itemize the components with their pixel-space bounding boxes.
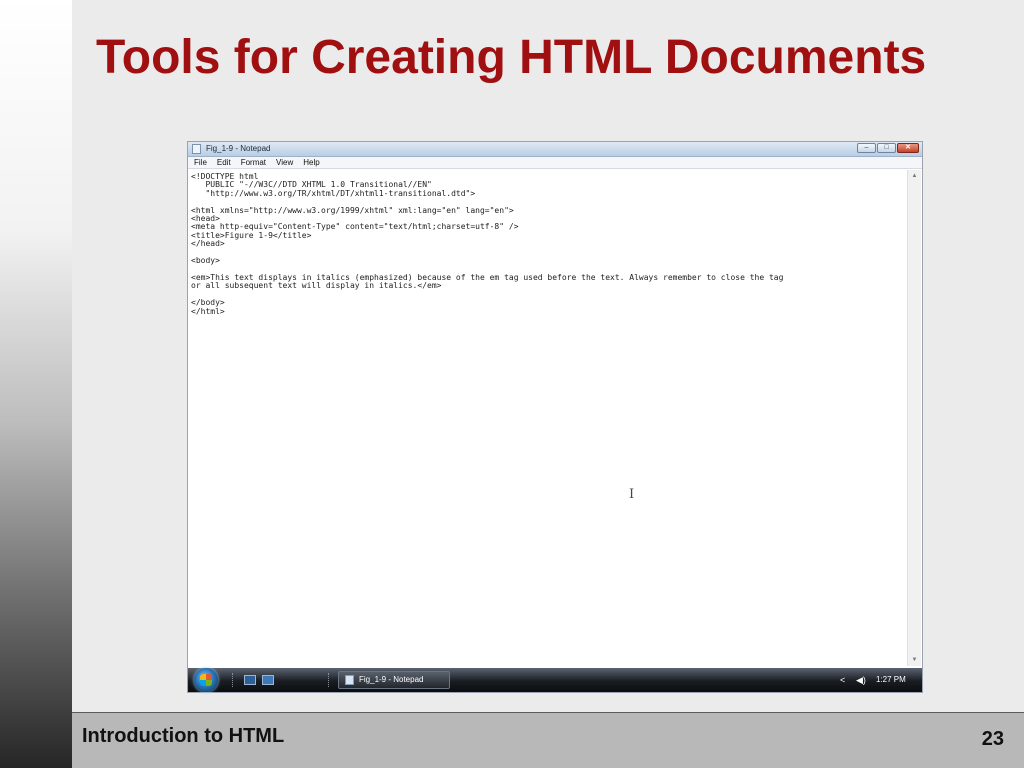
text-cursor-icon: I [629,487,635,502]
maximize-button[interactable]: □ [877,143,896,153]
switch-windows-icon[interactable] [262,675,274,685]
notepad-screenshot: Fig_1-9 - Notepad – □ ✕ File Edit Format… [188,142,922,692]
menu-edit[interactable]: Edit [217,157,231,168]
tray-arrow-icon[interactable]: < [840,673,845,687]
notepad-text-area[interactable]: <!DOCTYPE html PUBLIC "-//W3C//DTD XHTML… [189,170,907,666]
notepad-window-title: Fig_1-9 - Notepad [206,144,271,153]
scroll-up-icon[interactable]: ▲ [908,170,921,182]
windows-taskbar: Fig_1-9 - Notepad < ◀) 1:27 PM [188,668,922,692]
minimize-button[interactable]: – [857,143,876,153]
menu-help[interactable]: Help [303,157,319,168]
menu-format[interactable]: Format [241,157,266,168]
windows-start-icon[interactable] [194,668,218,692]
notepad-task-icon [345,675,354,685]
notepad-app-icon [192,144,201,154]
show-desktop-icon[interactable] [244,675,256,685]
slide-page-number: 23 [981,728,1004,750]
slide-left-accent-bar [0,0,72,768]
notepad-titlebar[interactable]: Fig_1-9 - Notepad – □ ✕ [188,142,922,157]
footer-title: Introduction to HTML [82,725,285,747]
close-button[interactable]: ✕ [897,143,919,153]
slide-footer: Introduction to HTML 23 [72,712,1024,768]
quick-launch-divider [232,673,235,687]
volume-icon[interactable]: ◀) [856,673,866,687]
taskbar-notepad-label: Fig_1-9 - Notepad [359,675,424,684]
scroll-down-icon[interactable]: ▼ [908,654,921,666]
menu-view[interactable]: View [276,157,293,168]
taskbar-notepad-button[interactable]: Fig_1-9 - Notepad [338,671,450,689]
menu-file[interactable]: File [194,157,207,168]
notepad-menubar: File Edit Format View Help [188,157,922,169]
notepad-content: <!DOCTYPE html PUBLIC "-//W3C//DTD XHTML… [191,172,784,316]
taskbar-divider [328,673,331,687]
slide-title: Tools for Creating HTML Documents [96,31,927,84]
vertical-scrollbar[interactable]: ▲ ▼ [907,170,921,666]
taskbar-clock[interactable]: 1:27 PM [876,673,906,687]
window-controls: – □ ✕ [857,143,919,154]
